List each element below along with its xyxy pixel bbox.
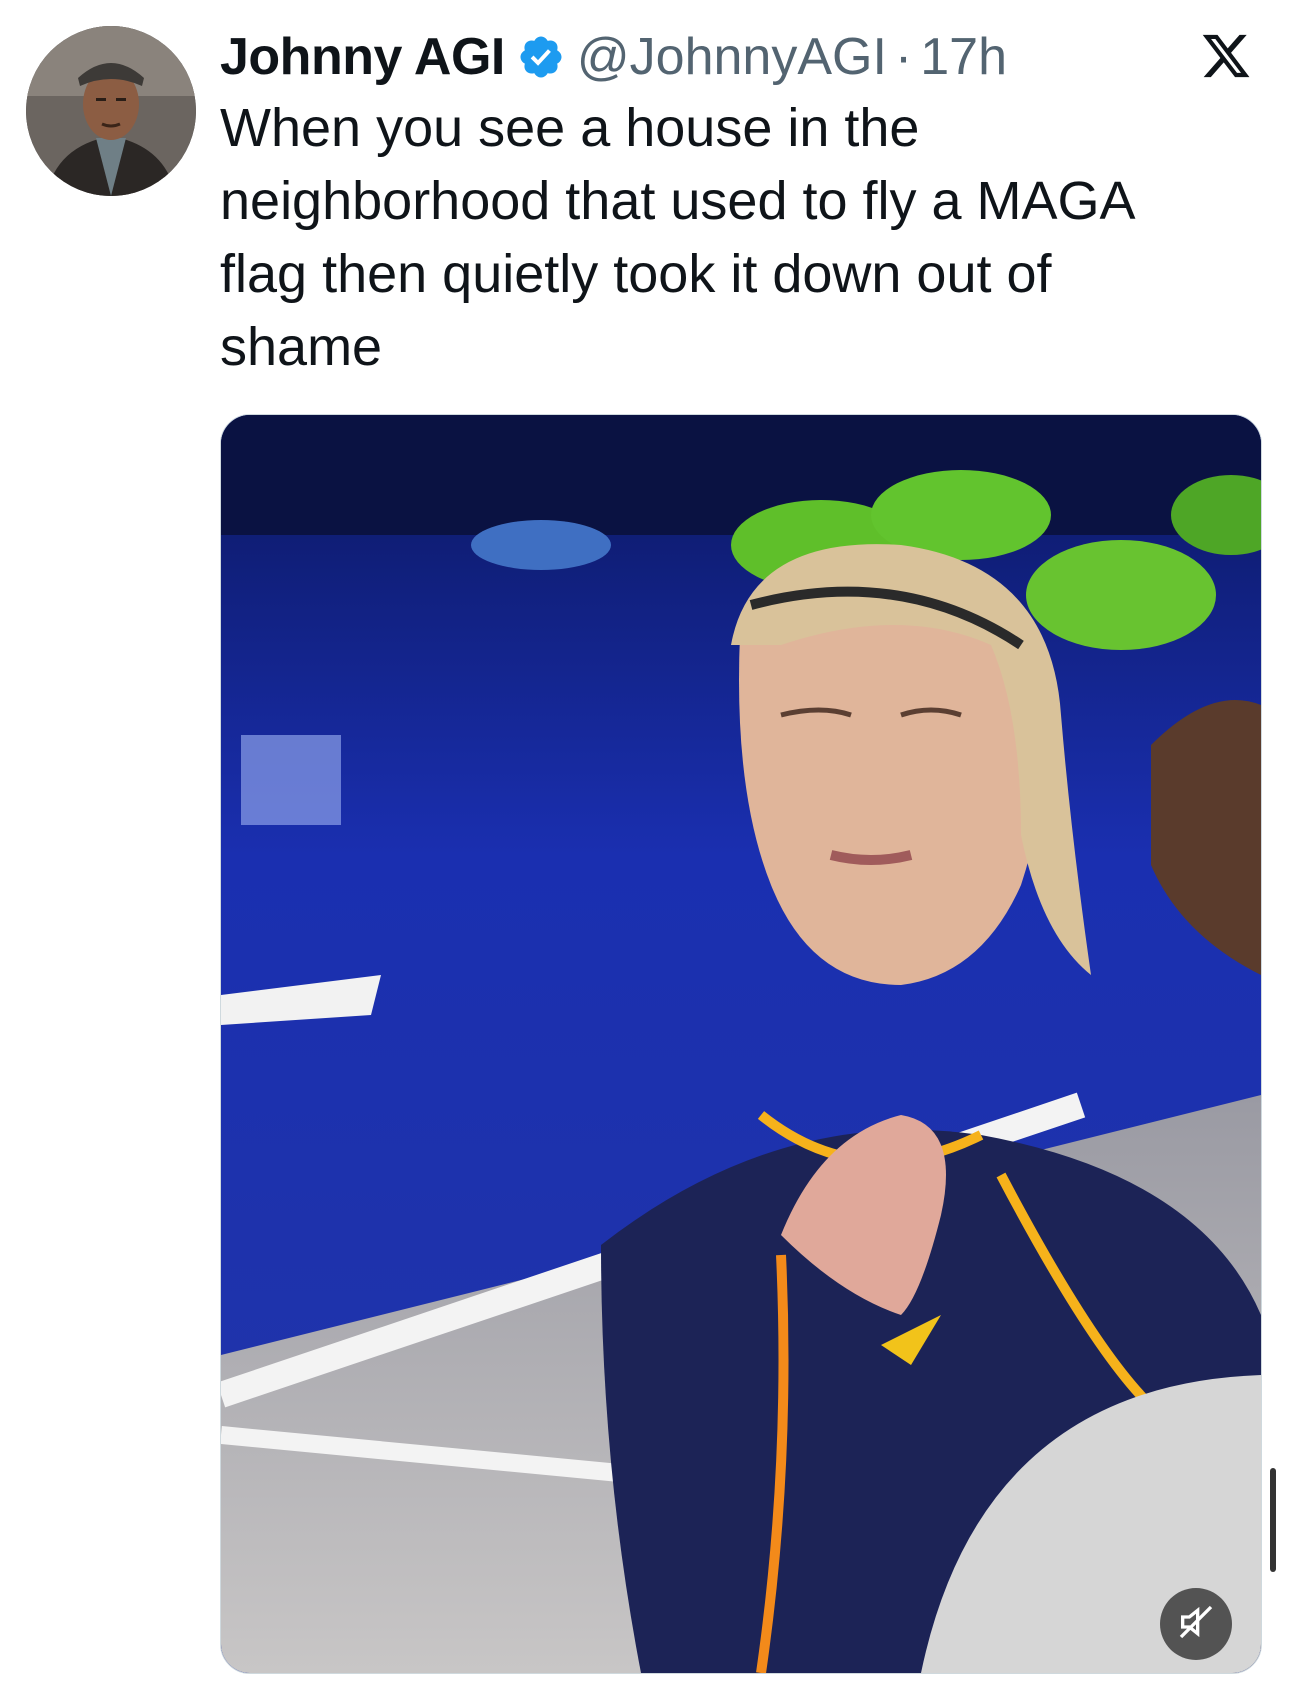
- video-frame: [221, 415, 1261, 1673]
- tweet-video[interactable]: [220, 414, 1262, 1674]
- x-logo-icon[interactable]: [1200, 30, 1252, 82]
- timestamp[interactable]: 17h: [920, 27, 1007, 87]
- tweet-card: Johnny AGI @JohnnyAGI · 17h When you see…: [0, 0, 1290, 1689]
- tweet-text: When you see a house in the neighborhood…: [220, 98, 1133, 377]
- tweet-header: Johnny AGI @JohnnyAGI · 17h: [220, 22, 1007, 92]
- mute-button[interactable]: [1160, 1588, 1232, 1660]
- scrollbar[interactable]: [1270, 1468, 1276, 1572]
- avatar-image: [26, 26, 196, 196]
- avatar[interactable]: [26, 26, 196, 196]
- separator-dot: ·: [894, 28, 913, 86]
- author-name[interactable]: Johnny AGI: [220, 27, 505, 87]
- muted-speaker-icon: [1176, 1602, 1216, 1647]
- verified-badge-icon: [517, 33, 565, 81]
- author-handle[interactable]: @JohnnyAGI: [577, 27, 887, 87]
